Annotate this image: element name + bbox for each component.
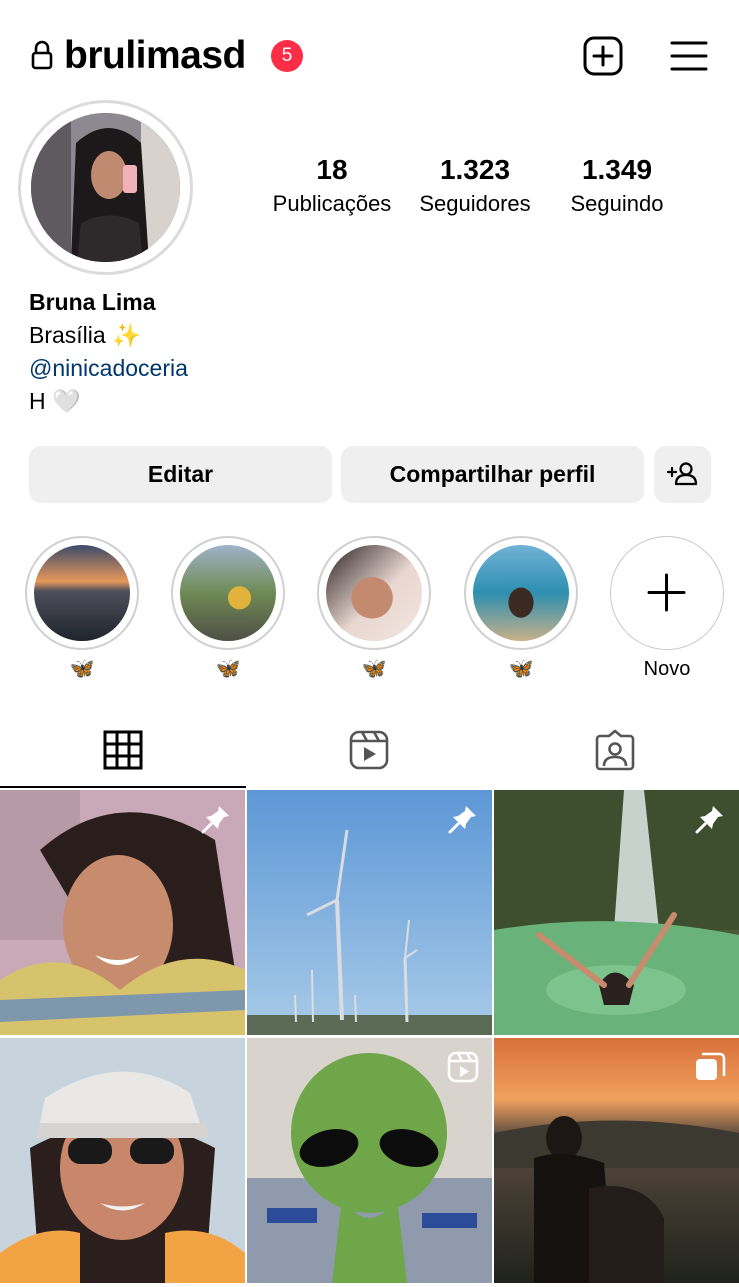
active-tab-indicator bbox=[0, 786, 246, 788]
highlight-cover-couple-beach bbox=[473, 545, 569, 641]
highlight-item[interactable]: 🦋 bbox=[171, 536, 285, 684]
tab-reels[interactable] bbox=[246, 712, 492, 790]
edit-profile-button[interactable]: Editar bbox=[29, 446, 332, 503]
highlight-cover-beer bbox=[180, 545, 276, 641]
stat-following-label: Seguindo bbox=[570, 191, 664, 216]
grid-icon bbox=[103, 730, 143, 770]
highlight-label: 🦋 bbox=[508, 658, 534, 680]
avatar[interactable] bbox=[31, 113, 180, 262]
highlight-cover-selfie bbox=[326, 545, 422, 641]
share-profile-button[interactable]: Compartilhar perfil bbox=[341, 446, 644, 503]
post-thumbnail[interactable] bbox=[494, 1038, 739, 1283]
highlight-item[interactable]: 🦋 bbox=[317, 536, 431, 684]
stat-followers-value: 1.323 bbox=[439, 154, 511, 185]
bio-mention-link[interactable]: @ninicadoceria bbox=[29, 352, 188, 385]
tab-tagged[interactable] bbox=[492, 712, 738, 790]
profile-bio: Bruna Lima Brasília ✨ @ninicadoceria H 🤍 bbox=[29, 286, 188, 418]
reel-icon bbox=[447, 1051, 479, 1083]
highlight-ring bbox=[171, 536, 285, 650]
highlight-item[interactable]: 🦋 bbox=[464, 536, 578, 684]
highlight-label: Novo bbox=[643, 658, 691, 680]
stat-followers[interactable]: 1.323 Seguidores bbox=[405, 152, 545, 220]
stat-following[interactable]: 1.349 Seguindo bbox=[547, 152, 687, 220]
notification-badge[interactable]: 5 bbox=[271, 40, 303, 72]
stat-posts-label: Publicações bbox=[272, 191, 392, 216]
bio-text: H 🤍 bbox=[29, 388, 81, 414]
highlight-ring bbox=[464, 536, 578, 650]
stat-posts-value: 18 bbox=[316, 154, 348, 185]
bio-location: Brasília ✨ bbox=[29, 322, 141, 348]
stat-followers-label: Seguidores bbox=[419, 191, 531, 216]
plus-icon bbox=[647, 573, 686, 612]
stat-posts[interactable]: 18 Publicações bbox=[262, 152, 402, 220]
stat-following-value: 1.349 bbox=[581, 154, 653, 185]
new-highlight-button[interactable]: Novo bbox=[610, 536, 724, 684]
discover-people-button[interactable] bbox=[654, 446, 711, 503]
profile-avatar-ring[interactable] bbox=[18, 100, 193, 275]
profile-tabs bbox=[0, 712, 739, 790]
highlight-ring bbox=[610, 536, 724, 650]
pin-icon bbox=[448, 806, 476, 834]
reels-icon bbox=[349, 730, 389, 770]
add-person-icon bbox=[666, 462, 698, 486]
profile-header: brulimasd 5 bbox=[0, 0, 739, 100]
tab-posts-grid[interactable] bbox=[0, 712, 246, 790]
tagged-icon bbox=[595, 729, 635, 771]
posts-grid bbox=[0, 790, 739, 1287]
hamburger-menu-icon[interactable] bbox=[670, 39, 708, 73]
highlight-ring bbox=[317, 536, 431, 650]
highlight-cover-sunset-sea bbox=[34, 545, 130, 641]
post-thumbnail[interactable] bbox=[494, 790, 739, 1035]
highlight-label: 🦋 bbox=[69, 658, 95, 680]
pin-icon bbox=[201, 806, 229, 834]
highlight-label: 🦋 bbox=[215, 658, 241, 680]
highlight-label: 🦋 bbox=[361, 658, 387, 680]
highlight-item[interactable]: 🦋 bbox=[25, 536, 139, 684]
post-thumbnail[interactable] bbox=[0, 1038, 245, 1283]
highlight-ring bbox=[25, 536, 139, 650]
post-thumbnail[interactable] bbox=[247, 790, 492, 1035]
carousel-icon bbox=[696, 1052, 726, 1080]
lock-icon bbox=[31, 40, 53, 70]
post-thumbnail[interactable] bbox=[0, 790, 245, 1035]
post-thumbnail[interactable] bbox=[247, 1038, 492, 1283]
profile-display-name: Bruna Lima bbox=[29, 289, 156, 315]
profile-username[interactable]: brulimasd bbox=[64, 30, 246, 82]
pin-icon bbox=[695, 806, 723, 834]
avatar-photo bbox=[31, 113, 180, 262]
plus-square-icon[interactable] bbox=[583, 36, 623, 76]
post-image-cap-selfie bbox=[0, 1038, 245, 1283]
